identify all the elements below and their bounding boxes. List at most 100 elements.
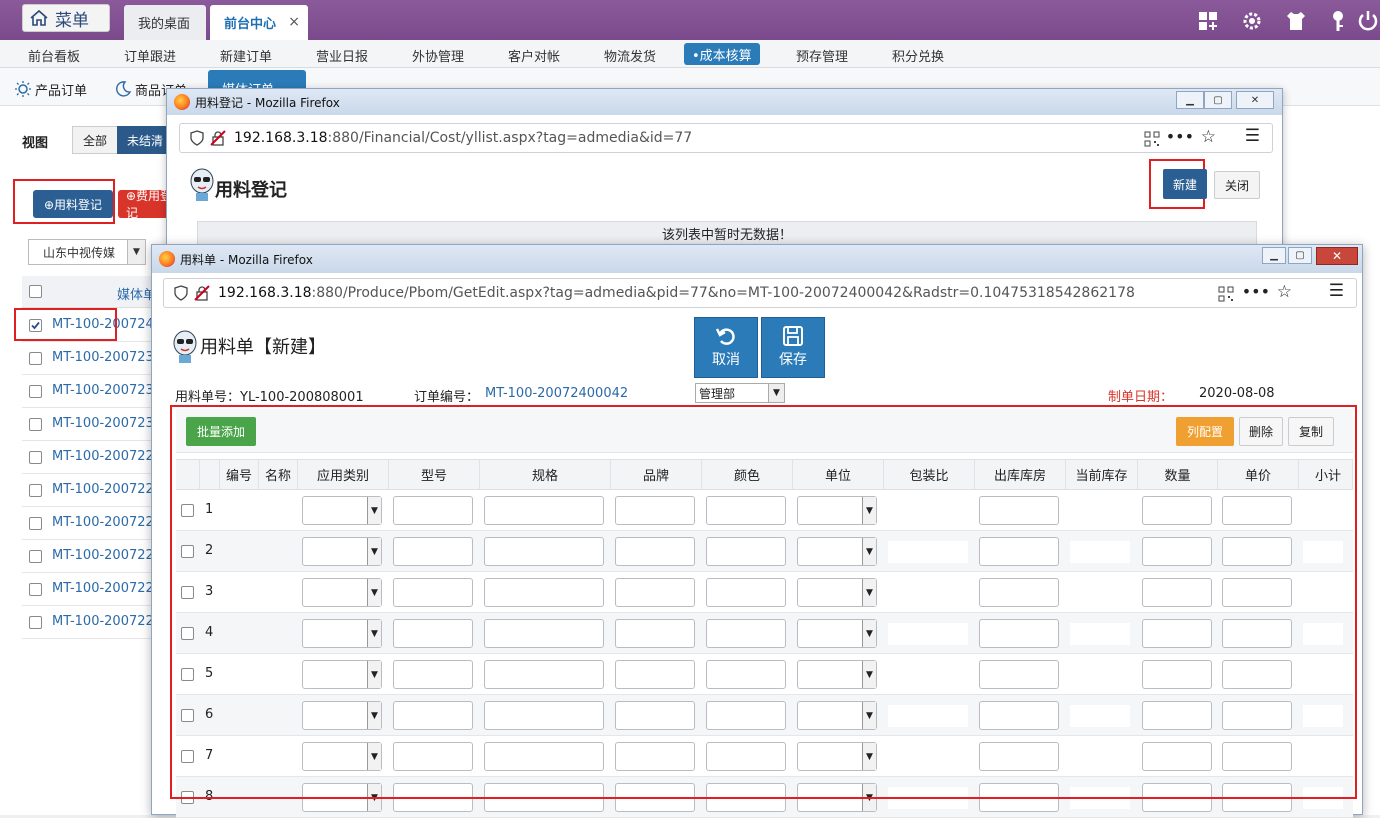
company-select[interactable]: 山东中视传媒 ▼ — [28, 239, 146, 265]
list-item[interactable]: MT-100-20072300003 — [22, 408, 195, 441]
select-value: 山东中视传媒 — [43, 245, 116, 260]
url-path: :880/Produce/Pbom/GetEdit.aspx?tag=admed… — [311, 285, 1135, 301]
tab-my-desktop[interactable]: 我的桌面 — [124, 5, 206, 40]
menu-button[interactable]: 菜单 — [22, 4, 110, 32]
menu-label: 菜单 — [55, 10, 89, 31]
filter-label: 未结清 — [127, 133, 164, 148]
url-bar[interactable]: 192.168.3.18:880/Produce/Pbom/GetEdit.as… — [163, 278, 1357, 308]
power-icon[interactable] — [1356, 9, 1380, 33]
hamburger-icon[interactable]: ☰ — [1329, 281, 1344, 301]
maximize-icon[interactable]: ▢ — [1288, 247, 1312, 264]
floppy-disk-icon — [783, 326, 803, 346]
list-item[interactable]: MT-100-20072200002 — [22, 474, 195, 507]
button-label: 新建 — [1172, 177, 1197, 192]
material-register-button[interactable]: ⊕用料登记 — [33, 190, 113, 218]
subnav-front-board[interactable]: 前台看板 — [20, 45, 88, 65]
view-label: 视图 — [22, 136, 49, 151]
app-topbar — [0, 0, 1380, 40]
star-icon[interactable]: ☆ — [1201, 127, 1216, 147]
list-item[interactable]: MT-100-20072200006 — [22, 606, 195, 639]
row-checkbox[interactable] — [29, 616, 42, 629]
row-checkbox[interactable] — [29, 484, 42, 497]
tab-front-center[interactable]: 前台中心 × — [210, 5, 308, 40]
tab-label: 产品订单 — [35, 83, 88, 99]
key-icon[interactable] — [1326, 9, 1350, 33]
shield-icon — [174, 285, 188, 301]
shield-icon — [190, 130, 204, 146]
url-host: 192.168.3.18 — [234, 130, 328, 146]
list-item[interactable]: MT-100-20072300002 — [22, 375, 195, 408]
row-checkbox[interactable] — [29, 352, 42, 365]
subnav-points[interactable]: 积分兑换 — [884, 45, 952, 65]
chevron-down-icon: ▼ — [127, 240, 145, 264]
more-icon[interactable]: ••• — [1242, 282, 1270, 301]
material-register-window: 用料登记 - Mozilla Firefox ▁ ▢ ✕ 192.168.3.1… — [166, 88, 1283, 261]
subnav-order-follow[interactable]: 订单跟进 — [116, 45, 184, 65]
select-all-checkbox[interactable] — [29, 285, 42, 298]
home-icon — [30, 9, 48, 26]
row-checkbox[interactable] — [29, 517, 42, 530]
url-path: :880/Financial/Cost/yllist.aspx?tag=adme… — [327, 130, 693, 146]
qr-code-icon[interactable] — [1144, 131, 1160, 147]
gear-icon[interactable] — [1240, 9, 1264, 33]
filter-label: 全部 — [82, 133, 107, 148]
shirt-icon[interactable] — [1284, 9, 1308, 33]
page-title: 用料登记 — [215, 180, 287, 201]
empty-message: 该列表中暂时无数据！ — [197, 221, 1257, 245]
list-item[interactable]: MT-100-20072200005 — [22, 573, 195, 606]
close-icon[interactable]: × — [288, 14, 300, 30]
row-checkbox[interactable] — [29, 385, 42, 398]
subnav-daily-report[interactable]: 营业日报 — [308, 45, 376, 65]
window-title: 用料登记 - Mozilla Firefox — [195, 95, 340, 110]
button-label: ⊕用料登记 — [43, 197, 103, 212]
list-item[interactable]: MT-100-20072200004 — [22, 540, 195, 573]
cancel-button[interactable]: 取消 — [694, 317, 758, 378]
minimize-icon[interactable]: ▁ — [1262, 247, 1286, 264]
undo-icon — [715, 328, 735, 345]
empty-text: 该列表中暂时无数据！ — [661, 227, 792, 243]
star-icon[interactable]: ☆ — [1277, 282, 1292, 302]
page-title: 用料单【新建】 — [200, 337, 326, 358]
list-item[interactable]: MT-100-20072200001 — [22, 441, 195, 474]
url-host: 192.168.3.18 — [218, 285, 312, 301]
window-title: 用料单 - Mozilla Firefox — [180, 252, 313, 267]
row-checkbox[interactable] — [29, 583, 42, 596]
close-icon[interactable]: ✕ — [1236, 91, 1274, 109]
highlight-box — [170, 405, 1357, 799]
close-button[interactable]: 关闭 — [1214, 171, 1260, 199]
subnav-prepaid[interactable]: 预存管理 — [788, 45, 856, 65]
minimize-icon[interactable]: ▁ — [1176, 91, 1204, 109]
order-label: 订单编号： — [414, 390, 480, 405]
subnav-new-order[interactable]: 新建订单 — [212, 45, 280, 65]
tab-label: 前台中心 — [224, 17, 277, 32]
more-icon[interactable]: ••• — [1166, 127, 1194, 146]
sun-icon — [15, 81, 31, 97]
new-button[interactable]: 新建 — [1163, 169, 1207, 199]
maximize-icon[interactable]: ▢ — [1204, 91, 1232, 109]
subnav-reconcile[interactable]: 客户对帐 — [500, 45, 568, 65]
tab-product-orders[interactable]: 产品订单 — [14, 72, 87, 106]
date-label: 制单日期： — [1108, 390, 1174, 405]
save-button[interactable]: 保存 — [761, 317, 825, 378]
qr-code-icon[interactable] — [1218, 286, 1234, 302]
firefox-icon — [159, 251, 175, 267]
row-checkbox[interactable] — [29, 418, 42, 431]
window-titlebar: 用料单 - Mozilla Firefox ▁ ▢ ✕ — [152, 245, 1362, 273]
department-select[interactable]: 管理部 ▼ — [695, 383, 785, 403]
subnav-logistics[interactable]: 物流发货 — [596, 45, 664, 65]
order-number-link[interactable]: MT-100-20072400042 — [485, 386, 628, 401]
filter-all-button[interactable]: 全部 — [72, 126, 118, 154]
url-bar[interactable]: 192.168.3.18:880/Financial/Cost/yllist.a… — [179, 123, 1273, 153]
insecure-lock-icon — [210, 130, 226, 146]
subnav-outsource[interactable]: 外协管理 — [404, 45, 472, 65]
button-label: 保存 — [779, 352, 807, 368]
row-checkbox[interactable] — [29, 451, 42, 464]
subnav-cost-accounting[interactable]: •成本核算 — [684, 43, 760, 65]
grid-add-icon[interactable] — [1196, 9, 1220, 33]
highlight-box — [14, 308, 117, 341]
row-checkbox[interactable] — [29, 550, 42, 563]
close-icon[interactable]: ✕ — [1316, 247, 1358, 265]
list-item[interactable]: MT-100-20072200003 — [22, 507, 195, 540]
list-item[interactable]: MT-100-20072300001 — [22, 342, 195, 375]
hamburger-icon[interactable]: ☰ — [1245, 126, 1260, 146]
